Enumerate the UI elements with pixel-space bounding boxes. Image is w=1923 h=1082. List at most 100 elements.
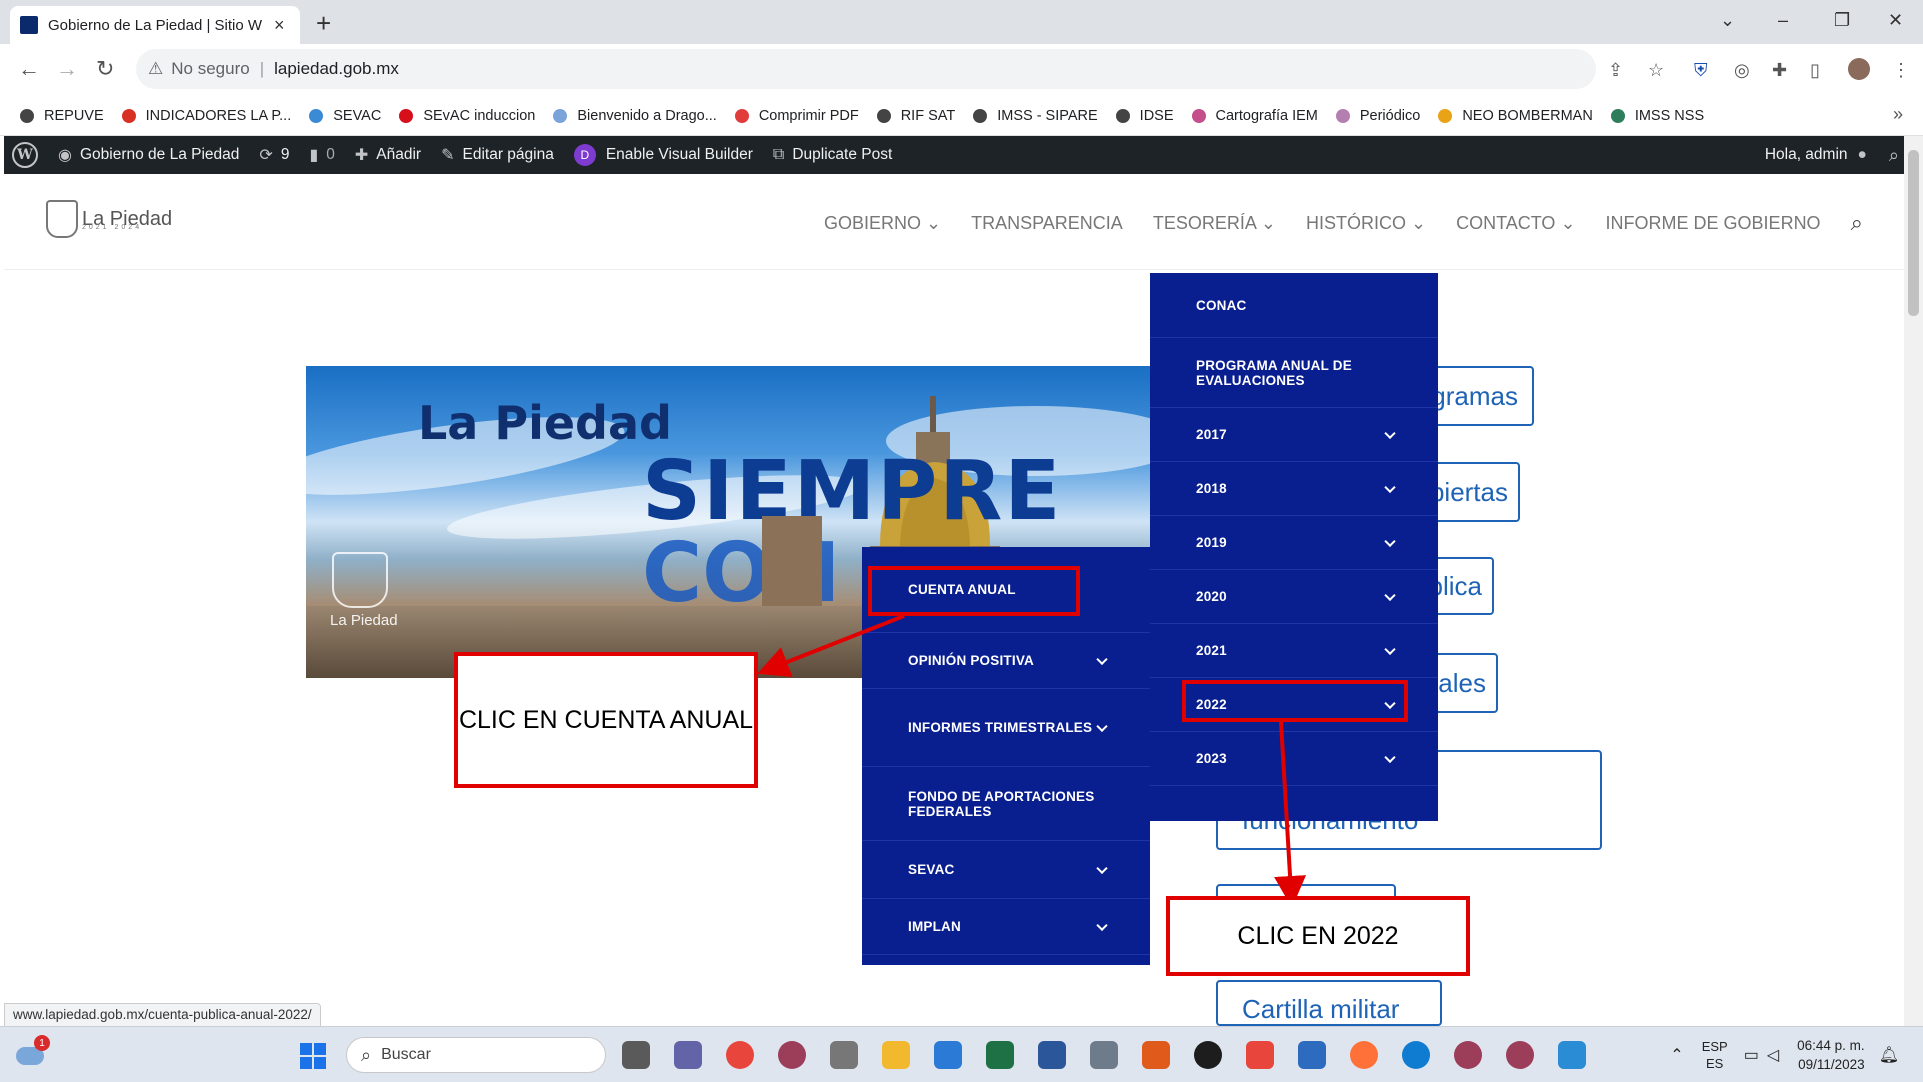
- wp-visual-builder[interactable]: D Enable Visual Builder: [573, 144, 753, 166]
- menu-item-programa-anual[interactable]: PROGRAMA ANUAL DE EVALUACIONES: [1150, 338, 1438, 408]
- nav-historico[interactable]: HISTÓRICO ⌄: [1306, 213, 1426, 234]
- forward-button[interactable]: →: [56, 56, 78, 82]
- notifications-bell-icon[interactable]: 🔔︎: [1879, 1045, 1899, 1065]
- wp-account[interactable]: Hola, admin ● ⌕: [1765, 136, 1899, 174]
- side-panel-icon[interactable]: ▯: [1810, 60, 1820, 81]
- notepad-icon[interactable]: [1298, 1041, 1326, 1069]
- wp-edit-page[interactable]: ✎ Editar página: [441, 145, 554, 165]
- menu-item-2018[interactable]: 2018: [1150, 462, 1438, 516]
- bookmark-item[interactable]: Comprimir PDF: [734, 108, 859, 124]
- updates-icon: ⟳: [259, 147, 273, 164]
- app-icon[interactable]: [1142, 1041, 1170, 1069]
- bookmark-item[interactable]: REPUVE: [20, 108, 104, 124]
- language-indicator[interactable]: ESP ES: [1702, 1038, 1728, 1072]
- nav-tesoreria[interactable]: TESORERÍA ⌄: [1153, 213, 1276, 234]
- bookmark-item[interactable]: IDSE: [1115, 108, 1174, 124]
- wp-comments[interactable]: ▮ 0: [309, 145, 334, 165]
- menu-item-2023[interactable]: 2023: [1150, 732, 1438, 786]
- bookmark-item[interactable]: Bienvenido a Drago...: [553, 108, 717, 124]
- clock[interactable]: 06:44 p. m. 09/11/2023: [1797, 1036, 1865, 1074]
- network-icon[interactable]: ▭: [1744, 1045, 1759, 1065]
- weather-widget[interactable]: 1: [14, 1035, 50, 1067]
- bookmark-item[interactable]: Cartografía IEM: [1191, 108, 1318, 124]
- wp-site-name[interactable]: ◉ Gobierno de La Piedad: [58, 145, 239, 165]
- close-window-button[interactable]: ✕: [1888, 10, 1903, 31]
- menu-item-2017[interactable]: 2017: [1150, 408, 1438, 462]
- bookmark-star-icon[interactable]: ☆: [1648, 60, 1664, 81]
- reload-button[interactable]: ↻: [96, 56, 114, 82]
- extension-icon[interactable]: ◎: [1734, 60, 1750, 81]
- new-tab-button[interactable]: +: [316, 8, 331, 38]
- chrome-icon[interactable]: [726, 1041, 754, 1069]
- excel-icon[interactable]: [986, 1041, 1014, 1069]
- start-button[interactable]: [300, 1043, 326, 1069]
- wp-greeting[interactable]: Hola, admin: [1765, 146, 1848, 164]
- nav-gobierno[interactable]: GOBIERNO ⌄: [824, 213, 941, 234]
- site-logo[interactable]: La Piedad 2021 2024: [46, 200, 172, 238]
- word-icon[interactable]: [1038, 1041, 1066, 1069]
- menu-item-conac[interactable]: CONAC: [1150, 273, 1438, 338]
- url-text[interactable]: lapiedad.gob.mx: [274, 59, 399, 79]
- app-icon[interactable]: [778, 1041, 806, 1069]
- nav-transparencia[interactable]: TRANSPARENCIA: [971, 213, 1123, 234]
- menu-item-2021[interactable]: 2021: [1150, 624, 1438, 678]
- mail-icon[interactable]: [934, 1041, 962, 1069]
- shield-extension-icon[interactable]: ⛨: [1694, 60, 1708, 81]
- more-bookmarks-button[interactable]: »: [1893, 104, 1903, 125]
- profile-avatar-icon[interactable]: [1848, 58, 1870, 80]
- warning-icon[interactable]: ⚠: [148, 59, 163, 79]
- bookmark-item[interactable]: IMSS - SIPARE: [973, 108, 1098, 124]
- nav-contacto[interactable]: CONTACTO ⌄: [1456, 213, 1575, 234]
- bookmark-item[interactable]: SEVAC: [309, 108, 381, 124]
- app-icon[interactable]: [1506, 1041, 1534, 1069]
- wp-search-icon[interactable]: ⌕: [1889, 145, 1899, 166]
- menu-item-2019[interactable]: 2019: [1150, 516, 1438, 570]
- calculator-icon[interactable]: [1090, 1041, 1118, 1069]
- wp-duplicate-post[interactable]: ⧉ Duplicate Post: [773, 146, 892, 164]
- browser-tab[interactable]: Gobierno de La Piedad | Sitio W ×: [10, 6, 300, 44]
- task-view-icon[interactable]: [622, 1041, 650, 1069]
- volume-icon[interactable]: ◁: [1767, 1045, 1779, 1065]
- site-search-icon[interactable]: ⌕: [1851, 210, 1863, 236]
- wp-logo-button[interactable]: W: [12, 142, 38, 168]
- bookmark-item[interactable]: SEvAC induccion: [399, 108, 535, 124]
- submenu-item-implan[interactable]: IMPLAN: [862, 899, 1150, 955]
- vscode-icon[interactable]: [1558, 1041, 1586, 1069]
- submenu-item-opinion-positiva[interactable]: OPINIÓN POSITIVA: [862, 633, 1150, 689]
- puzzle-extensions-icon[interactable]: ✚: [1772, 60, 1787, 81]
- minimize-button[interactable]: –: [1778, 10, 1788, 31]
- bookmark-item[interactable]: IMSS NSS: [1610, 108, 1704, 124]
- scrollbar-thumb[interactable]: [1908, 150, 1919, 316]
- tab-search-icon[interactable]: ⌄: [1720, 10, 1735, 31]
- edge-icon[interactable]: [1402, 1041, 1430, 1069]
- browser-menu-icon[interactable]: ⋮: [1892, 60, 1910, 81]
- anydesk-icon[interactable]: [1246, 1041, 1274, 1069]
- teams-icon[interactable]: [674, 1041, 702, 1069]
- user-icon[interactable]: ●: [1858, 146, 1867, 164]
- chevron-up-icon[interactable]: ⌃: [1670, 1045, 1683, 1065]
- bookmark-item[interactable]: INDICADORES LA P...: [121, 108, 291, 124]
- wp-add-new[interactable]: ✚ Añadir: [355, 145, 421, 165]
- address-bar[interactable]: ⚠ No seguro | lapiedad.gob.mx: [136, 49, 1596, 89]
- bookmark-item[interactable]: RIF SAT: [876, 108, 955, 124]
- wp-updates[interactable]: ⟳ 9: [259, 145, 289, 165]
- taskbar-search[interactable]: ⌕ Buscar: [346, 1037, 606, 1073]
- app-icon[interactable]: [830, 1041, 858, 1069]
- menu-item-2020[interactable]: 2020: [1150, 570, 1438, 624]
- bookmark-item[interactable]: Periódico: [1335, 108, 1420, 124]
- back-button[interactable]: ←: [18, 56, 40, 82]
- nav-informe-de-gobierno[interactable]: INFORME DE GOBIERNO: [1606, 213, 1821, 234]
- security-label[interactable]: No seguro: [171, 59, 249, 79]
- bookmark-item[interactable]: NEO BOMBERMAN: [1438, 108, 1593, 124]
- tab-close-icon[interactable]: ×: [274, 15, 285, 36]
- app-icon[interactable]: [1454, 1041, 1482, 1069]
- restore-button[interactable]: ❐: [1834, 10, 1850, 31]
- submenu-item-sevac[interactable]: SEVAC: [862, 841, 1150, 899]
- share-icon[interactable]: ⇪: [1608, 60, 1623, 81]
- submenu-item-informes-trimestrales[interactable]: INFORMES TRIMESTRALES: [862, 689, 1150, 767]
- submenu-item-fondo-aportaciones[interactable]: FONDO DE APORTACIONES FEDERALES: [862, 767, 1150, 841]
- app-icon[interactable]: [1194, 1041, 1222, 1069]
- file-explorer-icon[interactable]: [882, 1041, 910, 1069]
- side-button-cartilla[interactable]: Cartilla militar: [1216, 980, 1442, 1026]
- firefox-icon[interactable]: [1350, 1041, 1378, 1069]
